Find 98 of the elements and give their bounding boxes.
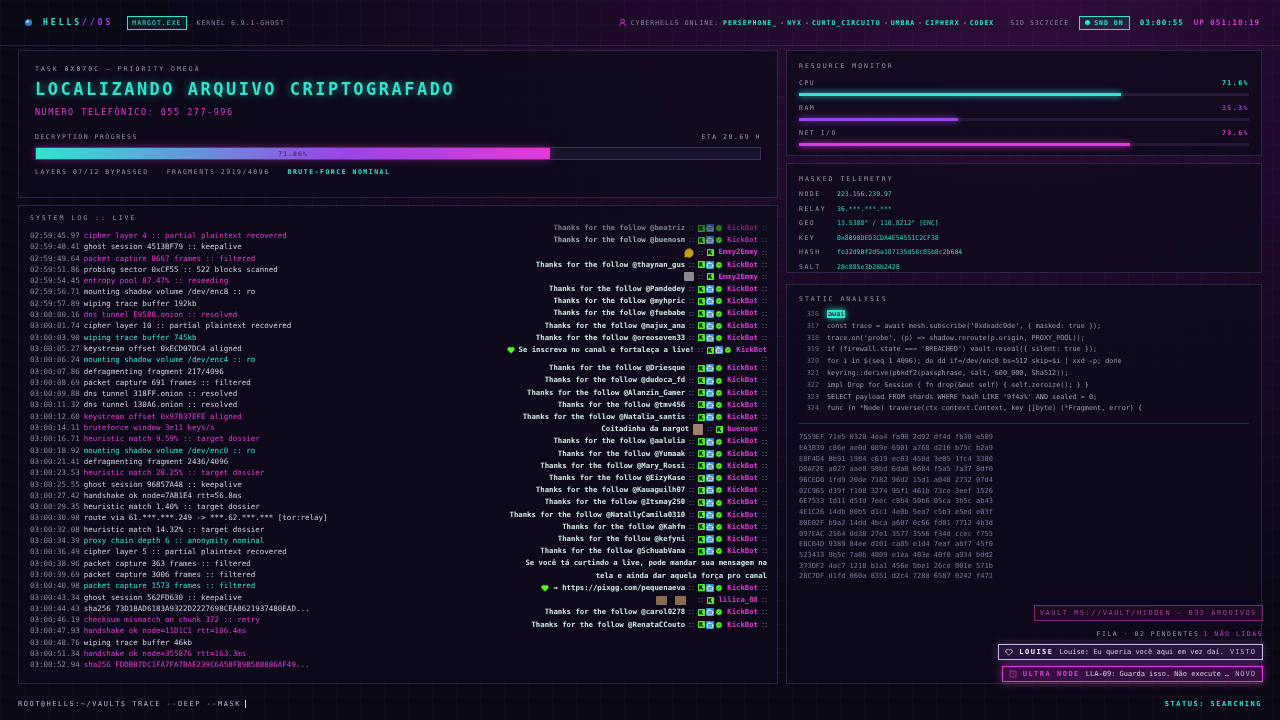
node-icon — [1008, 670, 1017, 678]
verified-icon — [715, 285, 724, 294]
kick-badge-icon — [698, 413, 706, 421]
kick-badge-icon — [698, 547, 706, 555]
bot-badge-icon — [706, 510, 715, 519]
bot-badge-icon — [706, 236, 715, 245]
verified-icon — [715, 224, 724, 233]
heart-icon — [541, 584, 550, 592]
verified-icon — [715, 321, 724, 330]
heart-icon — [1005, 648, 1014, 656]
verified-icon — [715, 333, 724, 342]
bot-badge-icon — [706, 486, 715, 495]
photo-placeholder — [693, 423, 704, 435]
verified-icon — [715, 437, 724, 446]
verified-icon — [715, 260, 724, 269]
bot-badge-icon — [706, 309, 715, 318]
verified-icon — [715, 522, 724, 531]
bot-badge-icon — [706, 376, 715, 385]
kick-badge-icon — [698, 322, 706, 330]
kick-badge-icon — [698, 297, 706, 305]
verified-icon — [715, 547, 724, 556]
phone-number: NÚMERO TELEFÔNICO: 055 277-996 — [35, 107, 235, 117]
verified-icon — [715, 608, 724, 617]
kick-badge-icon — [698, 462, 706, 470]
bot-badge-icon — [706, 388, 715, 397]
separator-dots — [707, 426, 713, 433]
sticker-placeholder — [684, 272, 695, 282]
bot-badge-icon — [706, 400, 715, 409]
kick-badge-icon — [698, 438, 706, 446]
kick-badge-icon — [698, 285, 706, 293]
bot-badge-icon — [706, 364, 715, 373]
speech-bubble-icon — [684, 247, 695, 258]
user-icon — [617, 18, 627, 27]
kick-badge-icon — [698, 450, 706, 458]
bot-badge-icon — [706, 297, 715, 306]
kick-badge-icon — [698, 474, 706, 482]
kick-badge-icon — [707, 596, 715, 604]
kick-badge-icon — [707, 346, 715, 354]
bot-badge-icon — [706, 333, 715, 342]
bot-badge-icon — [706, 437, 715, 446]
kick-badge-icon — [698, 364, 706, 372]
verified-icon — [715, 236, 724, 245]
kick-badge-icon — [698, 310, 706, 317]
verified-icon — [715, 400, 724, 409]
kick-badge-icon — [716, 425, 724, 433]
kick-badge-icon — [698, 334, 706, 342]
task-title: LOCALIZANDO ARQUIVO CRIPTOGRAFADO — [35, 79, 457, 99]
verified-icon — [715, 461, 724, 470]
verified-icon — [715, 309, 724, 318]
verified-icon — [724, 346, 733, 355]
bot-badge-icon — [706, 413, 715, 422]
verified-icon — [715, 376, 724, 385]
bot-badge-icon — [706, 620, 715, 629]
kick-badge-icon — [698, 535, 706, 543]
verified-icon — [715, 510, 724, 519]
verified-icon — [715, 388, 724, 397]
bot-badge-icon — [706, 449, 715, 458]
verified-icon — [715, 486, 724, 495]
kick-badge-icon — [698, 584, 706, 592]
verified-icon — [715, 535, 724, 544]
bot-badge-icon — [706, 260, 715, 269]
bot-badge-icon — [706, 224, 715, 233]
kick-badge-icon — [698, 377, 706, 385]
kick-badge-icon — [698, 621, 706, 629]
kick-badge-icon — [698, 511, 706, 519]
bot-badge-icon — [706, 321, 715, 330]
kick-badge-icon — [698, 499, 706, 507]
brand-name: HELLS//OS — [43, 18, 114, 27]
logo-icon — [24, 18, 33, 27]
verified-icon — [715, 474, 724, 483]
bot-badge-icon — [706, 285, 715, 294]
bot-badge-icon — [706, 522, 715, 531]
verified-icon — [715, 364, 724, 373]
bot-badge-icon — [706, 498, 715, 507]
kick-badge-icon — [698, 389, 706, 397]
bot-badge-icon — [706, 461, 715, 470]
bot-badge-icon — [706, 608, 715, 617]
verified-icon — [715, 584, 724, 592]
kick-badge-icon — [698, 261, 706, 269]
bot-badge-icon — [715, 346, 724, 355]
kick-badge-icon — [698, 608, 706, 616]
bot-badge-icon — [706, 535, 715, 544]
bot-badge-icon — [706, 547, 715, 556]
bot-badge-icon — [706, 474, 715, 483]
verified-icon — [715, 449, 724, 458]
kick-badge-icon — [698, 486, 706, 494]
verified-icon — [715, 498, 724, 507]
heart-icon — [506, 346, 515, 355]
kick-badge-icon — [707, 273, 715, 281]
kick-badge-icon — [698, 523, 706, 531]
verified-icon — [715, 413, 724, 422]
kick-badge-icon — [698, 401, 706, 409]
verified-icon — [715, 620, 724, 629]
kick-badge-icon — [707, 249, 715, 256]
bot-badge-icon — [706, 584, 715, 592]
kick-badge-icon — [698, 224, 706, 232]
verified-icon — [715, 297, 724, 306]
kick-badge-icon — [698, 236, 706, 244]
